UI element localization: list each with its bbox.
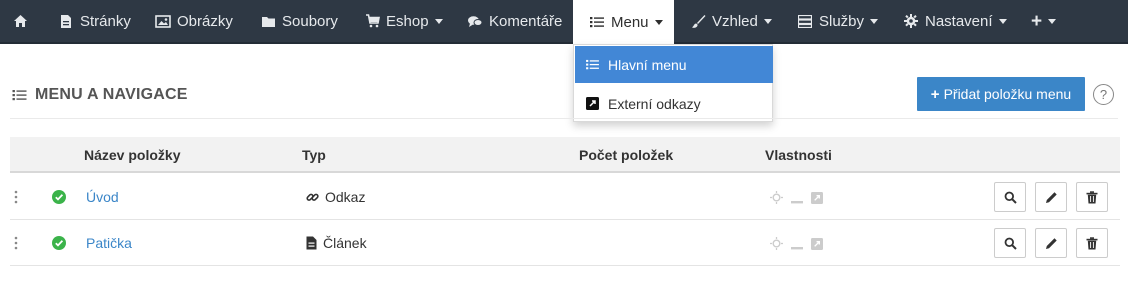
caret-down-icon — [763, 18, 772, 24]
page-title: MENU A NAVIGACE — [12, 86, 188, 104]
nav-eshop[interactable]: Eshop — [364, 0, 443, 42]
sun-icon — [770, 191, 783, 209]
delete-button[interactable] — [1076, 182, 1108, 212]
trash-icon — [1086, 236, 1098, 249]
nav-label: Stránky — [80, 12, 131, 30]
file-icon — [58, 13, 74, 29]
pencil-icon — [1045, 237, 1057, 249]
table-row: Úvod Odkaz — [10, 174, 1120, 220]
item-type-label: Článek — [323, 235, 367, 251]
list-icon — [12, 89, 27, 101]
nav-label: Obrázky — [177, 12, 233, 30]
item-name-link[interactable]: Úvod — [86, 189, 119, 205]
nav-more[interactable]: + — [1031, 0, 1057, 42]
dropdown-item-externi-odkazy[interactable]: Externí odkazy — [575, 85, 773, 122]
external-link-icon — [811, 237, 823, 255]
view-button[interactable] — [994, 228, 1026, 258]
document-icon — [306, 236, 317, 250]
home-icon — [12, 13, 28, 29]
item-properties — [770, 237, 823, 255]
view-button[interactable] — [994, 182, 1026, 212]
image-icon — [155, 13, 171, 29]
nav-label: Menu — [611, 13, 649, 31]
status-active-icon — [52, 236, 66, 250]
question-icon: ? — [1099, 87, 1108, 102]
sun-icon — [770, 237, 783, 255]
nav-home[interactable] — [12, 0, 34, 42]
column-header-nazev: Název položky — [84, 147, 181, 163]
nav-soubory[interactable]: Soubory — [260, 0, 338, 42]
delete-button[interactable] — [1076, 228, 1108, 258]
nav-komentare[interactable]: Komentáře — [467, 0, 562, 42]
item-name-link[interactable]: Patička — [86, 235, 132, 251]
caret-down-icon — [998, 18, 1007, 24]
column-header-pocet: Počet položek — [579, 147, 674, 163]
header-divider — [10, 118, 1118, 119]
table-row: Patička Článek — [10, 220, 1120, 266]
nav-label: Soubory — [282, 12, 338, 30]
table-header: Název položky Typ Počet položek Vlastnos… — [10, 137, 1120, 173]
minus-icon — [791, 191, 803, 209]
search-icon — [1004, 237, 1017, 250]
menu-dropdown: Hlavní menu Externí odkazy — [573, 44, 773, 122]
caret-down-icon — [654, 19, 663, 25]
nav-obrazky[interactable]: Obrázky — [155, 0, 233, 42]
nav-label: Vzhled — [712, 12, 758, 30]
nav-vzhled[interactable]: Vzhled — [690, 0, 772, 42]
item-properties — [770, 191, 823, 209]
drag-handle-icon[interactable] — [14, 190, 18, 204]
item-type-label: Odkaz — [325, 189, 366, 205]
search-icon — [1004, 191, 1017, 204]
nav-label: Komentáře — [489, 12, 563, 30]
brush-icon — [690, 13, 706, 29]
add-menu-item-button[interactable]: + Přidat položku menu — [917, 77, 1085, 111]
gear-icon — [903, 13, 919, 29]
edit-button[interactable] — [1035, 182, 1067, 212]
nav-label: Nastavení — [925, 12, 993, 30]
external-link-icon — [585, 97, 599, 111]
nav-label: Eshop — [386, 12, 429, 30]
drag-handle-icon[interactable] — [14, 236, 18, 250]
nav-menu[interactable]: Menu — [573, 0, 674, 44]
item-type: Odkaz — [306, 189, 365, 205]
external-link-icon — [811, 191, 823, 209]
plus-icon: + — [930, 85, 940, 103]
caret-down-icon — [434, 18, 443, 24]
pencil-icon — [1045, 191, 1057, 203]
list-icon — [589, 14, 605, 30]
add-button-label: Přidat položku menu — [943, 86, 1072, 102]
nav-nastaveni[interactable]: Nastavení — [903, 0, 1007, 42]
dropdown-item-label: Externí odkazy — [608, 95, 701, 112]
dropdown-item-label: Hlavní menu — [608, 56, 687, 73]
trash-icon — [1086, 190, 1098, 203]
help-button[interactable]: ? — [1093, 84, 1114, 105]
edit-button[interactable] — [1035, 228, 1067, 258]
page-title-text: MENU A NAVIGACE — [35, 86, 188, 103]
plus-icon: + — [1031, 10, 1043, 32]
nav-sluzby[interactable]: Služby — [797, 0, 879, 42]
server-icon — [797, 13, 813, 29]
caret-down-icon — [1048, 18, 1057, 24]
column-header-typ: Typ — [302, 147, 326, 163]
nav-stranky[interactable]: Stránky — [58, 0, 131, 42]
comments-icon — [467, 13, 483, 29]
folder-icon — [260, 13, 276, 29]
minus-icon — [791, 237, 803, 255]
caret-down-icon — [870, 18, 879, 24]
list-icon — [585, 58, 599, 72]
item-type: Článek — [306, 235, 367, 251]
cart-icon — [364, 13, 380, 29]
navbar-underline — [0, 42, 1128, 44]
status-active-icon — [52, 190, 66, 204]
dropdown-item-hlavni-menu[interactable]: Hlavní menu — [575, 46, 773, 83]
link-icon — [306, 191, 319, 204]
nav-label: Služby — [819, 12, 865, 30]
column-header-vlastnosti: Vlastnosti — [765, 147, 832, 163]
